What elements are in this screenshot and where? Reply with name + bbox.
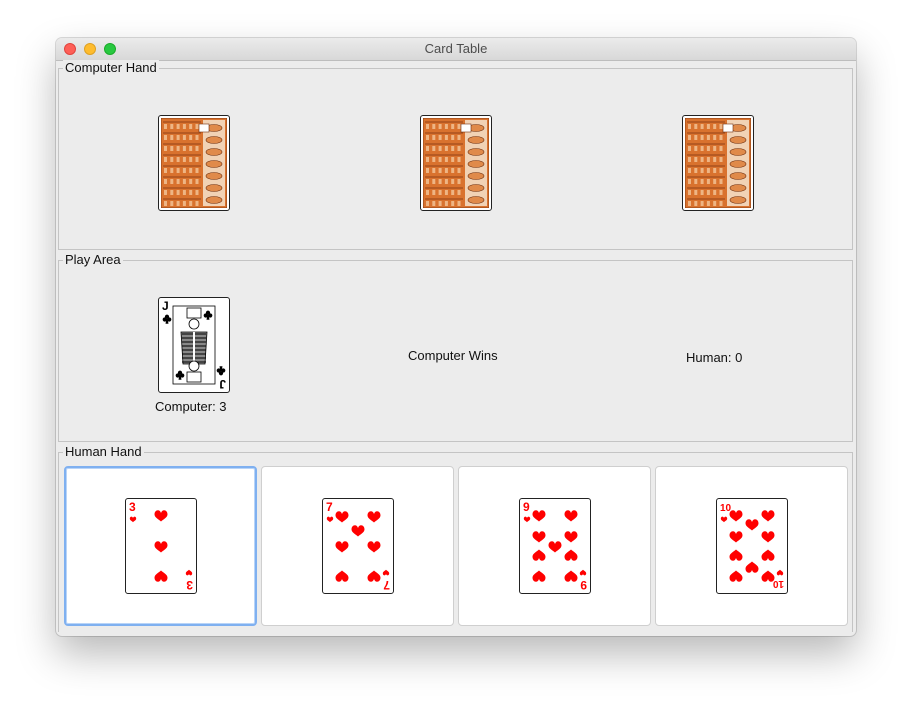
svg-text:J: J xyxy=(162,299,169,313)
human-card-button-3[interactable]: 99 xyxy=(458,466,651,626)
three-of-hearts-face-icon: 33 xyxy=(129,500,193,592)
svg-text:9: 9 xyxy=(523,500,530,514)
window-title: Card Table xyxy=(424,41,488,56)
computer-card-1 xyxy=(158,115,230,211)
human-card-button-1[interactable]: 33 xyxy=(64,466,257,626)
computer-score-label: Computer: 3 xyxy=(155,399,227,414)
round-result-label: Computer Wins xyxy=(408,348,498,363)
svg-text:7: 7 xyxy=(326,500,333,514)
human-card-button-2[interactable]: 77 xyxy=(261,466,454,626)
human-hand-label: Human Hand xyxy=(63,444,144,460)
card-table-window: Card Table Computer Hand Play Area JJ Co… xyxy=(56,38,856,636)
jack-of-clubs-face-icon: JJ xyxy=(162,299,226,391)
computer-card-2 xyxy=(420,115,492,211)
played-card-jack-of-clubs: JJ xyxy=(158,297,230,393)
seven-of-hearts-face-icon: 77 xyxy=(326,500,390,592)
human-card-button-4[interactable]: 10 10 xyxy=(655,466,848,626)
svg-text:9: 9 xyxy=(580,578,587,592)
svg-text:10: 10 xyxy=(772,578,784,589)
title-bar: Card Table xyxy=(56,38,856,61)
play-area-label: Play Area xyxy=(63,252,123,268)
card-back-pattern-icon xyxy=(685,118,751,208)
svg-text:J: J xyxy=(219,377,226,391)
nine-of-hearts-card: 99 xyxy=(519,498,591,594)
svg-text:3: 3 xyxy=(129,500,136,514)
computer-card-3 xyxy=(682,115,754,211)
computer-hand-label: Computer Hand xyxy=(63,60,159,76)
seven-of-hearts-card: 77 xyxy=(322,498,394,594)
three-of-hearts-card: 33 xyxy=(125,498,197,594)
human-score-label: Human: 0 xyxy=(686,350,743,365)
svg-text:7: 7 xyxy=(383,578,390,592)
ten-of-hearts-card: 10 10 xyxy=(716,498,788,594)
ten-of-hearts-face-icon: 10 10 xyxy=(720,503,784,589)
nine-of-hearts-face-icon: 99 xyxy=(523,500,587,592)
card-back-pattern-icon xyxy=(423,118,489,208)
svg-text:10: 10 xyxy=(720,503,732,514)
card-back-pattern-icon xyxy=(161,118,227,208)
svg-text:3: 3 xyxy=(186,578,193,592)
